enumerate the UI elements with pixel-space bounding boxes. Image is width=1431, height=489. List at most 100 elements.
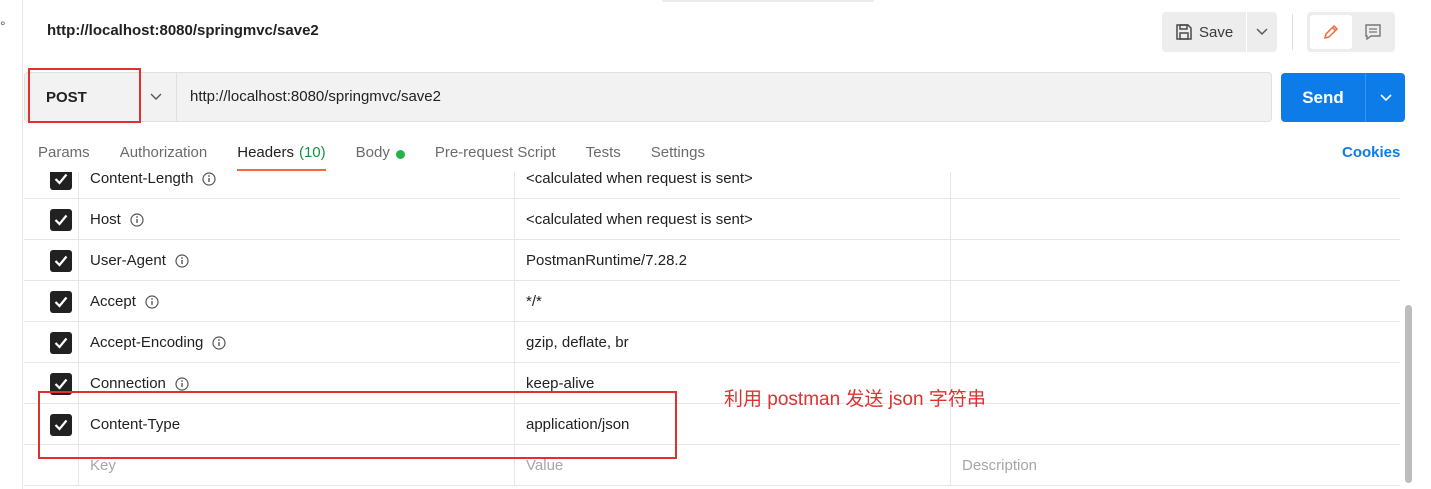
info-icon[interactable]	[175, 376, 189, 391]
empty-checkbox-cell	[24, 445, 79, 486]
tab-label: Tests	[585, 144, 621, 161]
tab-label: Params	[38, 144, 90, 161]
method-label: POST	[46, 88, 87, 106]
save-label: Save	[1199, 23, 1234, 41]
tab-params[interactable]: Params	[38, 140, 90, 172]
tab-settings[interactable]: Settings	[651, 140, 705, 172]
header-value-text: gzip, deflate, br	[526, 334, 629, 351]
header-key[interactable]: User-Agent	[79, 240, 515, 281]
header-key[interactable]: Connection	[79, 363, 515, 404]
tab-authorization[interactable]: Authorization	[120, 140, 208, 172]
row-checkbox[interactable]	[50, 249, 72, 272]
row-checkbox[interactable]	[50, 290, 72, 313]
new-value-input[interactable]: Value	[515, 445, 951, 486]
header-description[interactable]	[951, 240, 1400, 281]
pencil-icon	[1323, 24, 1339, 40]
annotation-text: 利用 postman 发送 json 字符串	[724, 389, 986, 410]
save-button[interactable]: Save	[1162, 12, 1246, 52]
row-checkbox[interactable]	[50, 413, 72, 436]
header-value-text: keep-alive	[526, 375, 595, 392]
tab-label: Headers	[237, 144, 294, 161]
check-icon	[54, 255, 68, 267]
edit-mode-button[interactable]	[1310, 15, 1352, 49]
divider	[1292, 14, 1293, 50]
tab-label: Authorization	[119, 144, 208, 161]
info-icon[interactable]	[145, 294, 159, 309]
header-key[interactable]: Accept	[79, 281, 515, 322]
info-icon[interactable]	[212, 335, 227, 350]
header-key-text: Content-Type	[90, 416, 181, 433]
comments-button[interactable]	[1353, 15, 1393, 49]
send-button-group: Send	[1281, 73, 1405, 122]
header-key[interactable]: Accept-Encoding	[79, 322, 515, 363]
sidebar-marker: °	[0, 18, 6, 34]
table-row: Content-Type application/json	[24, 404, 1400, 445]
header-value[interactable]: <calculated when request is sent>	[515, 199, 951, 240]
left-sidebar-strip: °	[0, 0, 23, 489]
header-description[interactable]	[951, 322, 1400, 363]
row-checkbox[interactable]	[50, 172, 72, 190]
header-key-text: Content-Length	[90, 172, 194, 187]
url-input[interactable]: http://localhost:8080/springmvc/save2	[190, 88, 441, 105]
tab-body[interactable]: Body	[356, 140, 405, 172]
header-value-text: <calculated when request is sent>	[526, 172, 753, 187]
new-key-input[interactable]: Key	[79, 445, 515, 486]
header-key-text: Connection	[90, 375, 166, 392]
cookies-link[interactable]: Cookies	[1342, 144, 1400, 161]
right-margin	[1414, 0, 1431, 489]
header-value-text: <calculated when request is sent>	[526, 211, 753, 228]
tab-label: Body	[355, 144, 390, 161]
url-bar: POST http://localhost:8080/springmvc/sav…	[24, 72, 1272, 122]
info-icon[interactable]	[175, 253, 189, 268]
header-description[interactable]	[951, 199, 1400, 240]
key-placeholder: Key	[90, 457, 116, 474]
scrollbar-thumb[interactable]	[1405, 305, 1412, 483]
header-key-text: User-Agent	[90, 252, 166, 269]
header-key[interactable]: Content-Length	[79, 172, 515, 199]
tab-tests[interactable]: Tests	[586, 140, 621, 172]
tab-headers[interactable]: Headers (10)	[237, 140, 326, 172]
check-icon	[54, 296, 68, 308]
headers-table: Content-Length <calculated when request …	[24, 172, 1402, 488]
check-icon	[54, 173, 68, 185]
table-row: User-Agent PostmanRuntime/7.28.2	[24, 240, 1400, 281]
tab-pre-request-script[interactable]: Pre-request Script	[435, 140, 556, 172]
info-icon[interactable]	[202, 172, 217, 186]
info-icon[interactable]	[130, 212, 144, 227]
row-checkbox[interactable]	[50, 372, 72, 395]
header-description[interactable]	[951, 281, 1400, 322]
request-title[interactable]: http://localhost:8080/springmvc/save2	[47, 22, 319, 39]
check-icon	[54, 419, 68, 431]
header-description[interactable]	[951, 404, 1400, 445]
header-value[interactable]: PostmanRuntime/7.28.2	[515, 240, 951, 281]
header-key-text: Host	[90, 211, 121, 228]
header-key[interactable]: Content-Type	[79, 404, 515, 445]
send-options-button[interactable]	[1366, 73, 1405, 122]
header-description[interactable]	[951, 363, 1400, 404]
check-icon	[54, 214, 68, 226]
new-header-row: Key Value Description	[24, 445, 1400, 486]
save-options-button[interactable]	[1247, 12, 1277, 52]
header-value-text: */*	[526, 293, 542, 310]
request-tabs: Params Authorization Headers (10) Body P…	[38, 140, 735, 172]
header-key-text: Accept-Encoding	[90, 334, 204, 351]
header-value[interactable]: gzip, deflate, br	[515, 322, 951, 363]
check-icon	[54, 378, 68, 390]
send-button[interactable]: Send	[1281, 73, 1365, 122]
new-description-input[interactable]: Description	[951, 445, 1400, 486]
row-checkbox[interactable]	[50, 208, 72, 231]
save-button-group: Save	[1162, 12, 1277, 52]
send-label: Send	[1302, 87, 1344, 107]
chevron-down-icon[interactable]	[149, 89, 163, 103]
header-value[interactable]: */*	[515, 281, 951, 322]
save-icon	[1176, 24, 1192, 40]
row-checkbox[interactable]	[50, 331, 72, 354]
header-value[interactable]: <calculated when request is sent>	[515, 172, 951, 199]
comment-icon	[1365, 24, 1381, 41]
header-value-text: application/json	[526, 416, 630, 433]
body-status-dot	[395, 150, 405, 159]
header-key[interactable]: Host	[79, 199, 515, 240]
active-tab-indicator	[237, 169, 326, 171]
header-description[interactable]	[951, 172, 1400, 199]
value-placeholder: Value	[526, 457, 564, 474]
